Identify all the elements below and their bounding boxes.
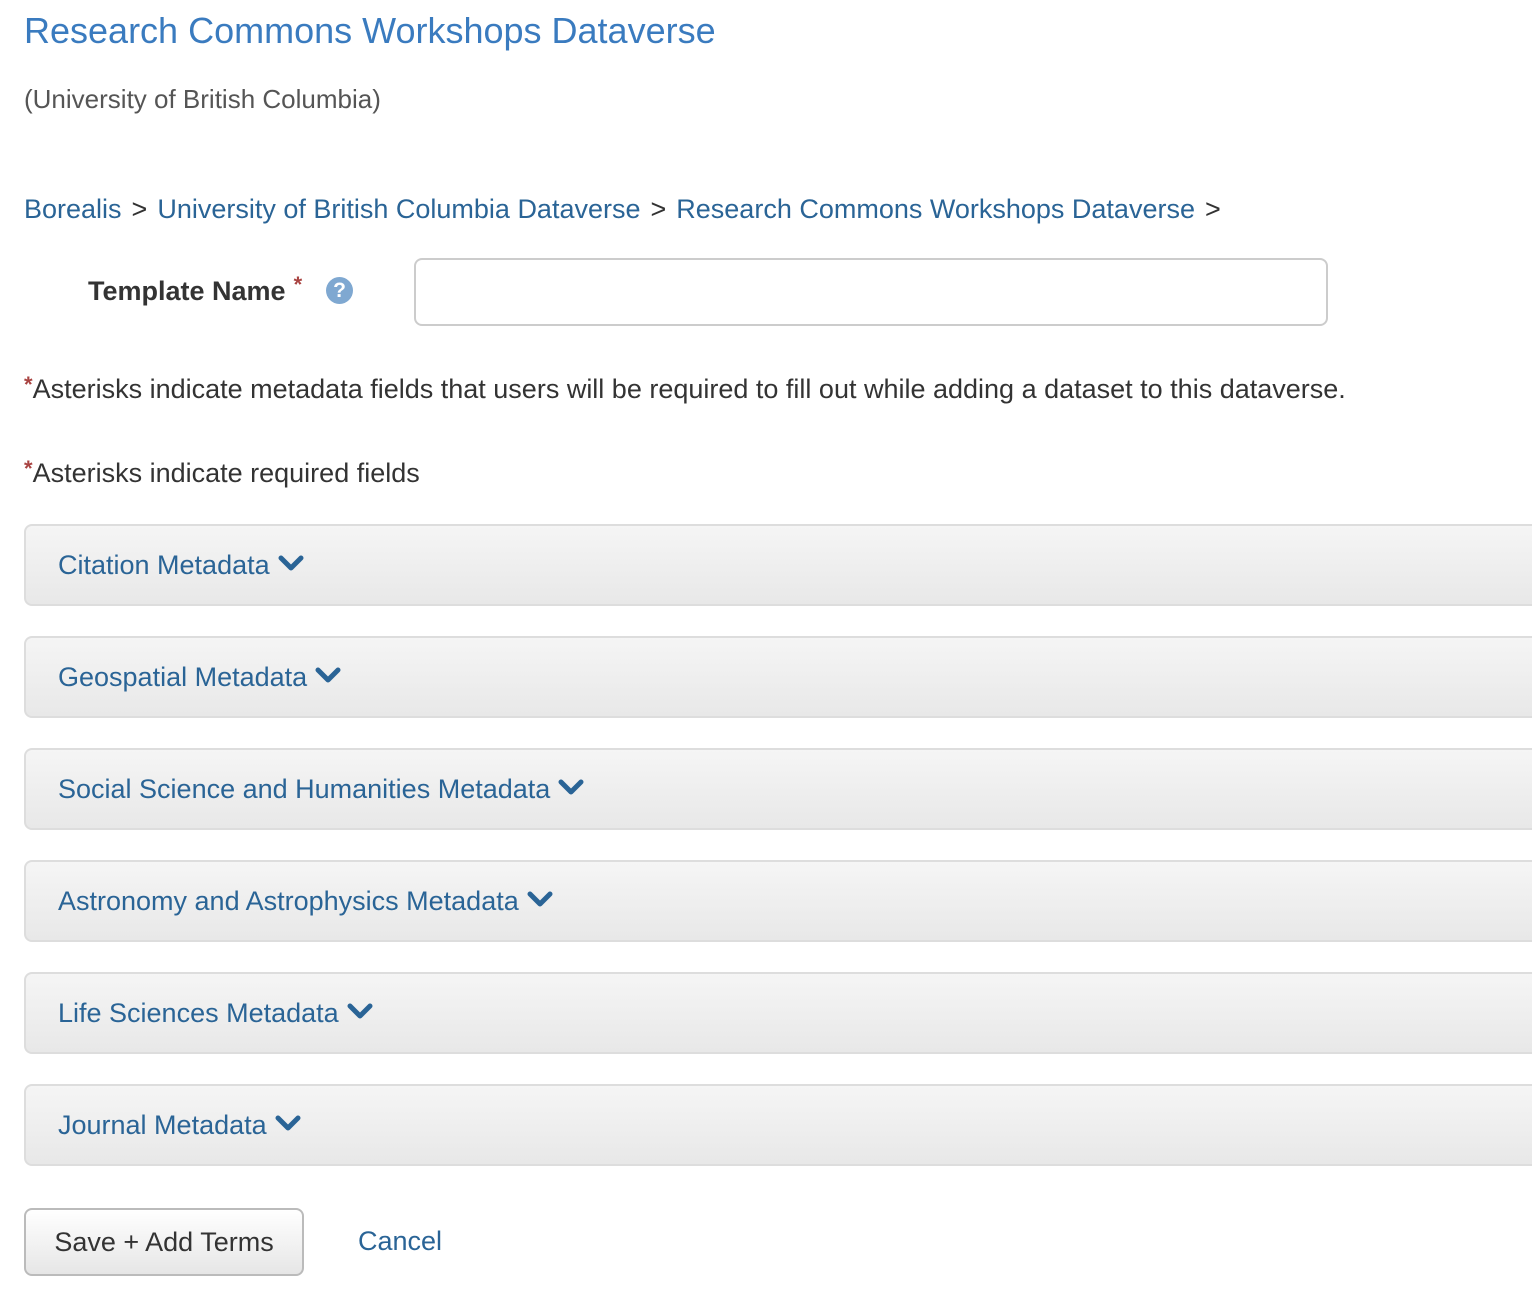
breadcrumb-separator: > [131,194,148,224]
cancel-link[interactable]: Cancel [358,1226,442,1257]
panel-citation-metadata[interactable]: Citation Metadata [24,524,1532,606]
panel-label: Social Science and Humanities Metadata [58,774,551,804]
dataverse-affiliation: (University of British Columbia) [24,84,381,114]
panel-journal-metadata[interactable]: Journal Metadata [24,1084,1532,1166]
breadcrumb-separator: > [650,194,667,224]
panel-title: Citation Metadata [58,550,304,582]
panel-label: Astronomy and Astrophysics Metadata [58,886,519,916]
panel-astronomy-metadata[interactable]: Astronomy and Astrophysics Metadata [24,860,1532,942]
required-asterisk: * [293,272,303,297]
question-circle-icon[interactable]: ? [326,277,353,304]
panel-social-science-metadata[interactable]: Social Science and Humanities Metadata [24,748,1532,830]
breadcrumb-item-borealis[interactable]: Borealis [24,194,122,224]
template-create-page: Research Commons Workshops Dataverse (Un… [0,0,1532,1306]
breadcrumb-separator: > [1204,194,1221,224]
metadata-required-note-text: Asterisks indicate metadata fields that … [32,374,1346,404]
chevron-down-icon [278,548,304,579]
save-add-terms-button[interactable]: Save + Add Terms [24,1208,304,1276]
panel-label: Journal Metadata [58,1110,267,1140]
panel-title: Geospatial Metadata [58,662,341,694]
chevron-down-icon [527,884,553,915]
required-asterisk: * [24,456,33,481]
chevron-down-icon [315,660,341,691]
panel-title: Social Science and Humanities Metadata [58,774,584,806]
panel-label: Life Sciences Metadata [58,998,339,1028]
chevron-down-icon [275,1108,301,1139]
template-name-label-text: Template Name [88,276,286,306]
panel-life-sciences-metadata[interactable]: Life Sciences Metadata [24,972,1532,1054]
metadata-required-note: *Asterisks indicate metadata fields that… [24,372,1346,405]
template-name-label: Template Name * [88,272,302,307]
dataverse-title-link[interactable]: Research Commons Workshops Dataverse [24,10,716,52]
required-fields-note-text: Asterisks indicate required fields [32,458,420,488]
breadcrumb-item-ubc-dataverse[interactable]: University of British Columbia Dataverse [157,194,640,224]
required-asterisk: * [24,372,33,397]
chevron-down-icon [558,772,584,803]
chevron-down-icon [347,996,373,1027]
required-fields-note: *Asterisks indicate required fields [24,456,420,489]
panel-title: Astronomy and Astrophysics Metadata [58,886,553,918]
breadcrumb-item-research-commons[interactable]: Research Commons Workshops Dataverse [676,194,1195,224]
template-name-input[interactable] [414,258,1328,326]
panel-label: Geospatial Metadata [58,662,308,692]
panel-geospatial-metadata[interactable]: Geospatial Metadata [24,636,1532,718]
panel-title: Journal Metadata [58,1110,301,1142]
panel-label: Citation Metadata [58,550,270,580]
panel-title: Life Sciences Metadata [58,998,373,1030]
breadcrumb: Borealis > University of British Columbia … [24,194,1231,225]
